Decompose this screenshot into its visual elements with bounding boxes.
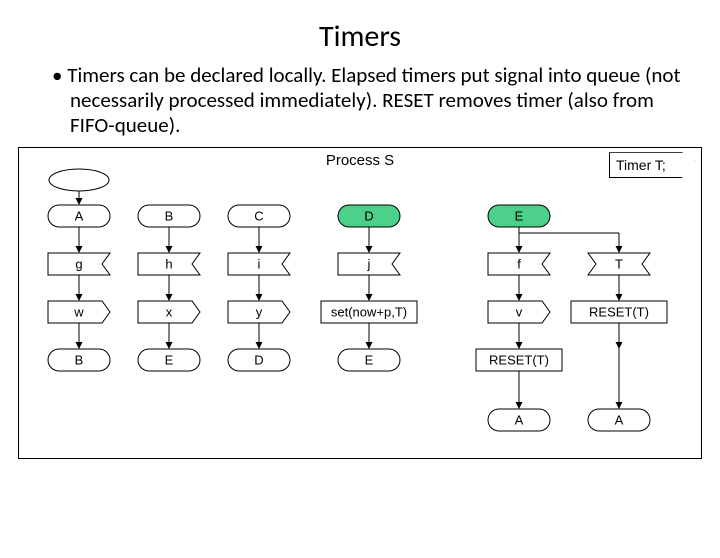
svg-text:C: C bbox=[254, 209, 263, 224]
diagram-svg: Ag w B Bh x E Ci y D Dj set(now+p,T) E Ef v RESET(T) A T… bbox=[19, 148, 701, 458]
svg-text:set(now+p,T): set(now+p,T) bbox=[331, 305, 407, 320]
svg-text:D: D bbox=[254, 353, 263, 368]
svg-text:j: j bbox=[367, 257, 371, 272]
svg-text:B: B bbox=[165, 209, 174, 224]
svg-text:E: E bbox=[165, 353, 174, 368]
svg-text:B: B bbox=[75, 353, 84, 368]
svg-text:w: w bbox=[73, 305, 84, 320]
sdl-diagram: Process S Timer T; AgwBBhxECiyDDjset(now… bbox=[18, 147, 702, 459]
svg-text:g: g bbox=[75, 257, 82, 272]
svg-text:T: T bbox=[615, 257, 623, 272]
svg-text:A: A bbox=[75, 209, 84, 224]
svg-text:x: x bbox=[166, 305, 173, 320]
svg-text:E: E bbox=[365, 353, 374, 368]
svg-text:RESET(T): RESET(T) bbox=[489, 353, 549, 368]
svg-text:D: D bbox=[364, 209, 373, 224]
svg-text:f: f bbox=[517, 257, 521, 272]
svg-text:h: h bbox=[165, 257, 172, 272]
bullet-text: • Timers can be declared locally. Elapse… bbox=[52, 63, 684, 137]
svg-text:A: A bbox=[515, 413, 524, 428]
svg-text:RESET(T): RESET(T) bbox=[589, 305, 649, 320]
svg-text:E: E bbox=[515, 209, 524, 224]
svg-text:y: y bbox=[256, 305, 263, 320]
page-title: Timers bbox=[0, 18, 720, 55]
svg-text:v: v bbox=[516, 305, 523, 320]
svg-text:i: i bbox=[258, 257, 261, 272]
svg-text:A: A bbox=[615, 413, 624, 428]
